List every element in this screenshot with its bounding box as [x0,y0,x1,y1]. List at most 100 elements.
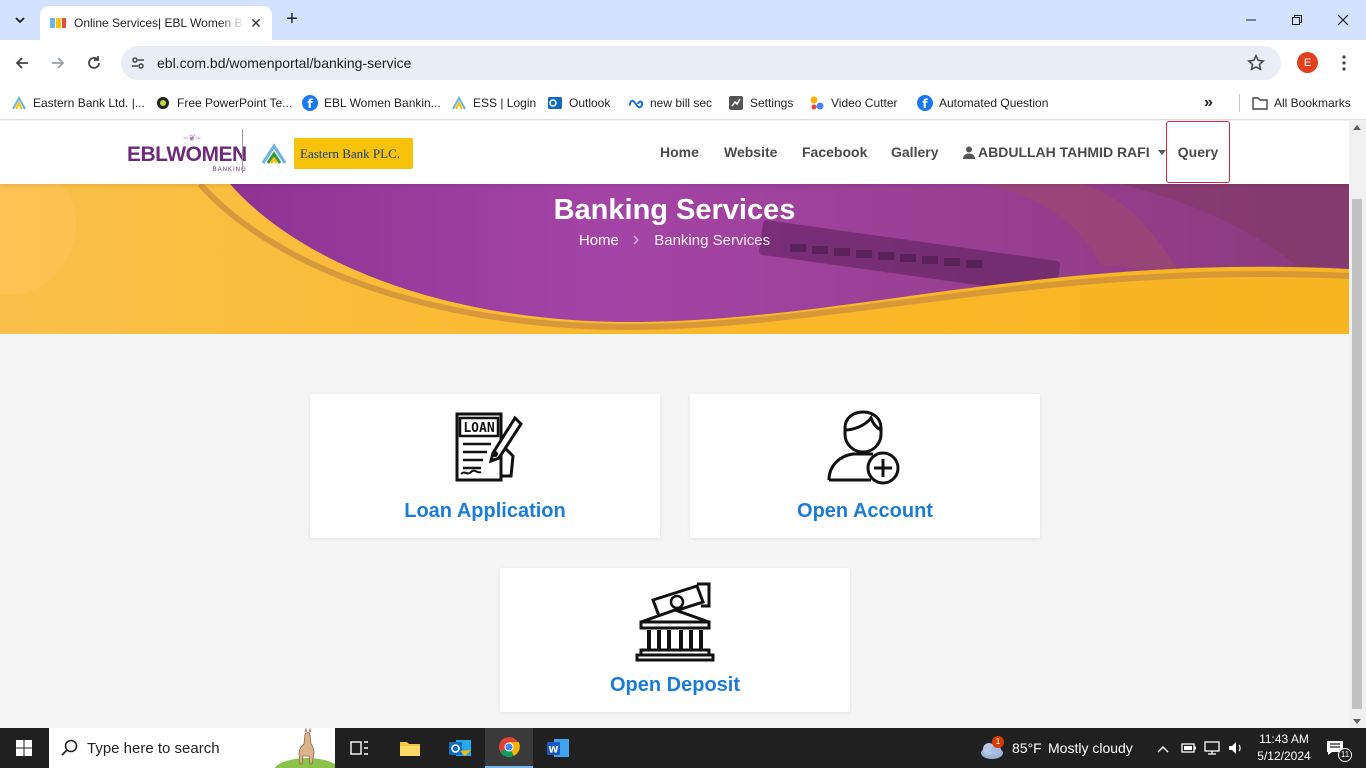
task-view-button[interactable] [336,728,384,768]
open-deposit-card[interactable]: Open Deposit [500,568,850,712]
nav-gallery[interactable]: Gallery [891,144,938,160]
bookmark-item[interactable]: Outlook [547,93,610,113]
back-button[interactable] [10,51,34,75]
folder-icon [1252,95,1268,111]
hero-banner: Banking Services Home Banking Services [0,184,1349,334]
ornament-icon: ~❦~ [183,133,202,143]
breadcrumb-separator-icon [633,232,644,249]
site-header: ~❦~ EBLWOMEN BANKING Eastern Bank PLC. H… [0,121,1349,184]
weather-temp: 85°F [1012,740,1042,756]
nav-user-menu[interactable]: ABDULLAH TAHMID RAFI [963,144,1166,160]
network-icon[interactable] [1204,740,1222,761]
add-user-icon [827,410,900,485]
arrow-right-icon [52,57,65,69]
tray-overflow-chevron-icon[interactable] [1157,741,1169,759]
outlook-icon [449,740,471,756]
bookmarks-bar: Eastern Bank Ltd. |... Free PowerPoint T… [0,86,1366,120]
more-bookmarks-button[interactable]: » [1204,93,1213,113]
taskbar-word[interactable]: W [534,728,582,768]
facebook-icon: f [917,95,933,111]
bookmark-item[interactable]: Video Cutter [809,93,898,113]
breadcrumb-home[interactable]: Home [579,232,619,249]
breadcrumb: Home Banking Services [0,232,1349,249]
browser-tab[interactable]: Online Services| EBL Women Banking ✕ [40,6,272,40]
close-window-button[interactable] [1320,0,1366,40]
breadcrumb-current: Banking Services [654,232,771,249]
reload-button[interactable] [82,51,106,75]
query-button[interactable]: Query [1166,121,1230,183]
notification-center-button[interactable]: 11 [1322,728,1358,768]
ebl-women-banking-logo[interactable]: ~❦~ EBLWOMEN BANKING [127,133,247,173]
ebl-favicon-icon [50,17,66,29]
url-text: ebl.com.bd/womenportal/banking-service [157,55,412,71]
weather-description: Mostly cloudy [1048,740,1133,756]
svg-text:W: W [549,746,559,756]
slide-icon [155,95,171,111]
tab-search-button[interactable] [7,7,33,33]
scroll-down-icon[interactable] [1353,719,1361,724]
search-icon [61,739,78,756]
loan-application-card[interactable]: LOAN Loan Application [310,394,660,538]
bookmark-divider [1239,94,1240,112]
loan-document-icon: LOAN [455,412,523,482]
bookmark-item[interactable]: Free PowerPoint Te... [155,93,292,113]
all-bookmarks-button[interactable]: All Bookmarks [1252,93,1351,113]
bookmark-star-icon[interactable] [1245,52,1267,74]
battery-icon[interactable] [1181,741,1197,760]
site-info-icon[interactable] [129,54,147,72]
close-icon [1337,14,1349,26]
weather-widget[interactable]: 1 85°F Mostly cloudy [978,728,1138,768]
reload-icon [88,56,100,69]
nav-home[interactable]: Home [660,144,699,160]
new-tab-button[interactable]: + [282,9,302,30]
bookmark-item[interactable]: new bill sec [628,93,712,113]
meta-icon [628,95,644,111]
page-scrollbar[interactable] [1349,121,1366,728]
start-button[interactable] [0,728,48,768]
nav-facebook[interactable]: Facebook [802,144,867,160]
open-account-label[interactable]: Open Account [690,500,1040,523]
svg-text:LOAN: LOAN [463,421,494,436]
chevron-down-icon [15,17,25,24]
restore-button[interactable] [1274,0,1320,40]
user-icon [963,146,975,159]
tab-strip: Online Services| EBL Women Banking ✕ + [0,0,1366,40]
open-deposit-label[interactable]: Open Deposit [500,674,850,697]
bookmark-item[interactable]: Settings [728,93,793,113]
browser-menu-icon[interactable] [1334,52,1354,74]
system-clock[interactable]: 11:43 AM 5/12/2024 [1252,731,1316,765]
services-grid: LOAN Loan Application Open Account Open … [0,334,1349,728]
page-title: Banking Services [553,194,796,226]
loan-application-label[interactable]: Loan Application [310,500,660,523]
eastern-bank-logo[interactable]: Eastern Bank PLC. [254,138,413,169]
outlook-icon [547,95,563,111]
scroll-thumb[interactable] [1352,199,1362,709]
bank-deposit-icon [635,582,715,662]
task-view-icon [350,741,368,755]
tab-title: Online Services| EBL Women Banking [74,16,244,30]
address-bar[interactable]: ebl.com.bd/womenportal/banking-service [121,46,1281,80]
taskbar-search[interactable]: Type here to search [49,728,335,768]
forward-button[interactable] [46,51,70,75]
open-account-card[interactable]: Open Account [690,394,1040,538]
logo-divider [242,129,243,173]
bookmark-item[interactable]: f EBL Women Bankin... [302,93,441,113]
taskbar-file-explorer[interactable] [386,728,434,768]
scroll-up-icon[interactable] [1353,125,1361,130]
nav-website[interactable]: Website [724,144,777,160]
taskbar-outlook[interactable] [436,728,484,768]
profile-avatar[interactable]: E [1297,52,1318,73]
minimize-button[interactable] [1228,0,1274,40]
taskbar-chrome[interactable] [485,728,533,768]
tab-close-icon[interactable]: ✕ [248,15,264,31]
bookmark-item[interactable]: Eastern Bank Ltd. |... [11,93,145,113]
volume-icon[interactable] [1228,740,1244,761]
ebl-logo-icon [11,95,27,111]
facebook-icon: f [302,95,318,111]
bookmark-item[interactable]: ESS | Login [451,93,536,113]
folder-icon [400,742,420,756]
search-highlight-llama-icon [275,728,335,768]
bookmark-item[interactable]: f Automated Question [917,93,1048,113]
ebl-mark-icon [254,138,294,169]
ebl-logo-icon [451,95,467,111]
